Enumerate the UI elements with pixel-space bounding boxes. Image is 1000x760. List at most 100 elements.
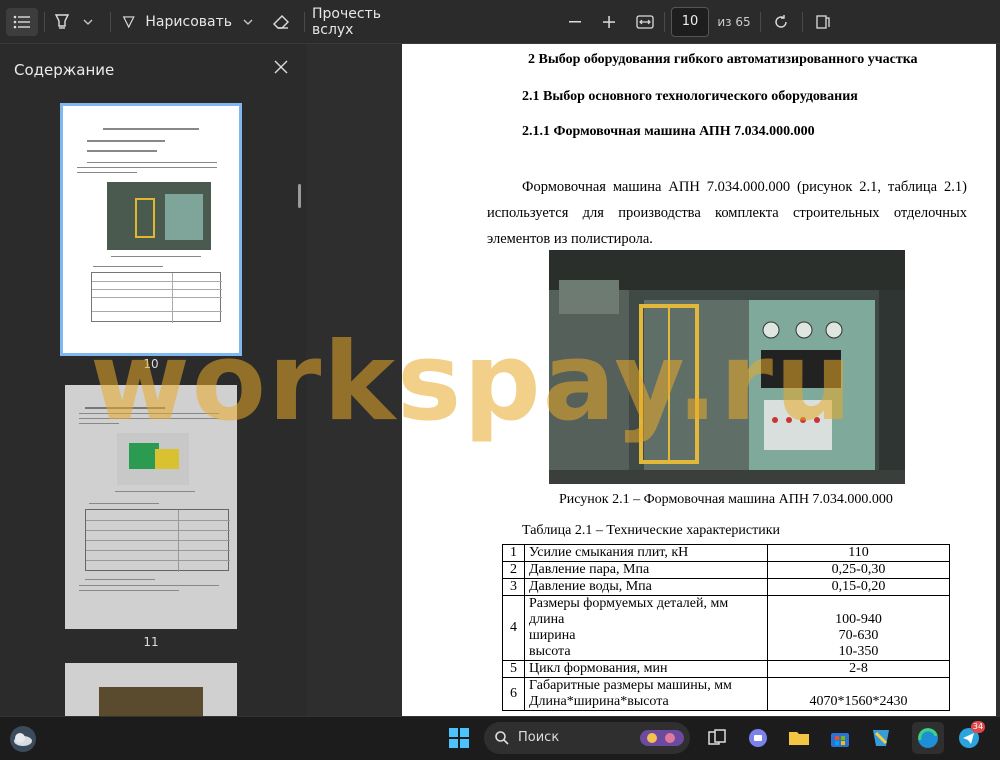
row-value: 4070*1560*2430	[767, 677, 950, 711]
row-number: 2	[502, 561, 525, 579]
row-parameter: Давление пара, Мпа	[524, 561, 768, 579]
row-value: 2-8	[767, 660, 950, 678]
contents-sidebar: Содержание 10 11	[0, 44, 306, 716]
edge-button[interactable]	[912, 722, 944, 754]
store-icon	[831, 733, 849, 747]
sidebar-scrollbar[interactable]	[298, 184, 301, 208]
row-sub-parameter: высота	[529, 644, 571, 659]
contents-toggle-button[interactable]	[6, 8, 38, 36]
windows-icon	[449, 728, 469, 748]
thumbnail-page-number: 11	[143, 635, 159, 649]
row-number: 3	[502, 578, 525, 596]
toolbar-divider	[802, 12, 803, 32]
row-number: 6	[502, 677, 525, 711]
thumb-text-line	[115, 491, 195, 492]
highlighter-icon	[54, 14, 70, 29]
draw-button[interactable]: Нарисовать	[122, 8, 232, 36]
document-page: 2 Выбор оборудования гибкого автоматизир…	[402, 44, 996, 716]
thumb-text-line	[77, 172, 137, 173]
store-button[interactable]	[827, 725, 853, 751]
thumb-text-line	[103, 128, 199, 130]
row-parameter: Размеры формуемых деталей, мм длина шири…	[524, 595, 768, 661]
page-thumbnail-11[interactable]	[65, 385, 237, 629]
toolbar-divider	[304, 12, 305, 32]
page-number-input[interactable]: 10	[671, 7, 709, 37]
task-view-button[interactable]	[704, 725, 730, 751]
row-value: 100-940 70-630 10-350	[767, 595, 950, 661]
thumb-text-line	[79, 590, 179, 591]
read-aloud-button[interactable]: Прочесть вслух	[312, 6, 422, 38]
chat-icon	[749, 729, 767, 747]
figure-caption: Рисунок 2.1 – Формовочная машина АПН 7.0…	[559, 492, 893, 507]
row-sub-parameter: Длина*ширина*высота	[529, 694, 669, 709]
row-number: 4	[502, 595, 525, 661]
close-icon	[274, 60, 288, 74]
toolbar-divider	[760, 12, 761, 32]
row-parameter: Цикл формования, мин	[524, 660, 768, 678]
pinned-app-button[interactable]	[868, 725, 894, 751]
zoom-in-button[interactable]	[598, 8, 620, 36]
app-shield-icon	[873, 730, 889, 746]
toolbar-divider	[664, 12, 665, 32]
thumb-text-line	[77, 167, 217, 168]
thumb-text-line	[79, 413, 219, 414]
thumb-text-line	[93, 266, 163, 267]
pen-icon	[122, 16, 135, 29]
chevron-down-icon	[243, 19, 253, 25]
search-placeholder: Поиск	[518, 730, 560, 745]
row-sub-parameter: ширина	[529, 628, 576, 643]
file-explorer-button[interactable]	[786, 725, 812, 751]
highlight-options-button[interactable]	[78, 8, 98, 36]
rotate-icon	[775, 15, 787, 28]
specs-table: 1 Усилие смыкания плит, кН 110 2 Давлени…	[502, 544, 950, 711]
table-row: 4 Размеры формуемых деталей, мм длина ши…	[502, 595, 950, 661]
draw-options-button[interactable]	[238, 8, 258, 36]
start-button[interactable]	[446, 725, 472, 751]
thumb-figure	[117, 433, 189, 485]
search-highlight-icon	[640, 730, 684, 746]
zoom-out-button[interactable]	[564, 8, 586, 36]
highlight-button[interactable]	[50, 8, 74, 36]
sidebar-close-button[interactable]	[270, 56, 292, 78]
search-icon	[495, 731, 509, 745]
table-row: 5 Цикл формования, мин 2-8	[502, 660, 950, 678]
two-page-icon	[816, 15, 830, 29]
taskbar-search[interactable]: Поиск	[484, 722, 690, 754]
thumb-text-line	[85, 579, 155, 580]
cloud-icon	[14, 733, 32, 746]
weather-widget[interactable]	[10, 726, 36, 752]
page-view-button[interactable]	[810, 8, 836, 36]
row-sub-value: 100-940	[835, 612, 882, 627]
row-parameter: Усилие смыкания плит, кН	[524, 544, 768, 562]
machine-photo	[549, 250, 905, 484]
thumb-text-line	[87, 162, 217, 163]
chat-app-button[interactable]	[745, 725, 771, 751]
page-thumbnail-12[interactable]	[65, 663, 237, 716]
row-value: 110	[767, 544, 950, 562]
telegram-button[interactable]: 34	[956, 721, 985, 751]
row-parameter-title: Габаритные размеры машины, мм	[529, 678, 732, 693]
row-value: 0,15-0,20	[767, 578, 950, 596]
row-number: 5	[502, 660, 525, 678]
thumb-text-line	[87, 140, 165, 142]
thumb-text-line	[89, 503, 159, 504]
row-parameter: Давление воды, Мпа	[524, 578, 768, 596]
fit-to-width-button[interactable]	[632, 8, 658, 36]
thumb-table	[85, 509, 230, 572]
rotate-button[interactable]	[768, 8, 794, 36]
heading-section-2-1-1: 2.1.1 Формовочная машина АПН 7.034.000.0…	[522, 124, 815, 139]
minus-icon	[569, 21, 581, 23]
thumb-text-line	[79, 585, 219, 586]
thumb-text-line	[85, 407, 165, 409]
sidebar-title: Содержание	[14, 61, 115, 79]
thumb-text-line	[79, 418, 219, 419]
thumb-figure	[107, 182, 211, 250]
list-icon	[13, 15, 30, 29]
eraser-icon	[273, 15, 289, 29]
row-parameter: Габаритные размеры машины, мм Длина*шири…	[524, 677, 768, 711]
row-sub-value: 10-350	[838, 644, 879, 659]
erase-button[interactable]	[268, 8, 294, 36]
row-parameter-title: Размеры формуемых деталей, мм	[529, 596, 729, 611]
task-view-icon	[708, 729, 726, 745]
page-thumbnail-10[interactable]	[60, 103, 242, 356]
